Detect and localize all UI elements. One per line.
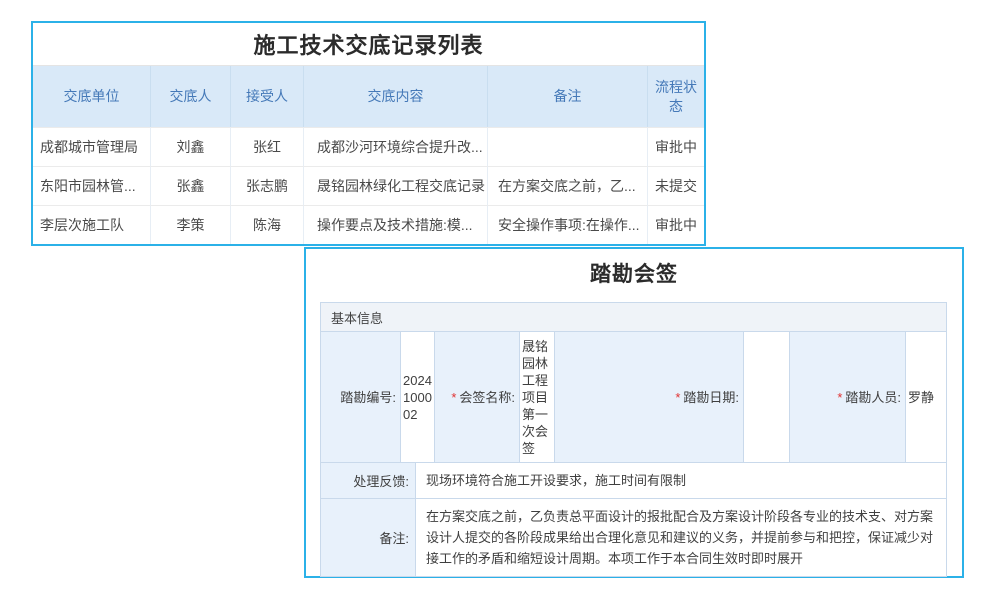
survey-no-label: 踏勘编号: — [321, 332, 401, 462]
feedback-label: 处理反馈: — [321, 463, 416, 498]
survey-date-label-text: 踏勘日期: — [683, 389, 739, 406]
remark-row: 备注: 在方案交底之前，乙负责总平面设计的报批配合及方案设计阶段各专业的技术支、… — [321, 499, 946, 576]
survey-countersign-panel: 踏勘会签 基本信息 踏勘编号: 2024100002 *会签名称: 晟铭园林工程… — [304, 247, 964, 578]
column-header-remark: 备注 — [488, 66, 648, 127]
table-row-1-content[interactable]: 成都沙河环境综合提升改... — [304, 127, 488, 166]
table-row-1-status-badge[interactable]: 审批中 — [648, 127, 704, 166]
survey-no-value: 2024100002 — [401, 332, 435, 462]
sign-name-label-text: 会签名称: — [459, 389, 515, 406]
remark-label: 备注: — [321, 499, 416, 576]
survey-date-value — [744, 332, 790, 462]
survey-form: 基本信息 踏勘编号: 2024100002 *会签名称: 晟铭园林工程项目第一次… — [320, 302, 947, 577]
table-row-1-receiver[interactable]: 张红 — [231, 127, 304, 166]
survey-person-value: 罗静 — [906, 332, 946, 462]
table-row-2-discloser[interactable]: 张鑫 — [151, 166, 231, 205]
disclosure-record-list-panel: 施工技术交底记录列表 交底单位 交底人 接受人 交底内容 备注 流程状态 成都城… — [31, 21, 706, 246]
feedback-row: 处理反馈: 现场环境符合施工开设要求，施工时间有限制 — [321, 463, 946, 499]
feedback-value: 现场环境符合施工开设要求，施工时间有限制 — [416, 463, 946, 498]
column-header-status: 流程状态 — [648, 66, 704, 127]
column-header-receiver: 接受人 — [231, 66, 304, 127]
table-row-3-unit[interactable]: 李层次施工队 — [33, 205, 151, 244]
survey-countersign-title: 踏勘会签 — [306, 249, 962, 291]
table-row-2-receiver[interactable]: 张志鹏 — [231, 166, 304, 205]
table-row-3-status-badge[interactable]: 审批中 — [648, 205, 704, 244]
disclosure-table-body: 成都城市管理局 刘鑫 张红 成都沙河环境综合提升改... 审批中 东阳市园林管.… — [33, 127, 704, 244]
disclosure-list-title: 施工技术交底记录列表 — [33, 23, 704, 66]
sign-name-value: 晟铭园林工程项目第一次会签 — [520, 332, 555, 462]
table-row-2-status-badge[interactable]: 未提交 — [648, 166, 704, 205]
survey-date-label: *踏勘日期: — [555, 332, 744, 462]
table-row-2-unit[interactable]: 东阳市园林管... — [33, 166, 151, 205]
required-asterisk: * — [675, 389, 680, 406]
table-row-3-remark[interactable]: 安全操作事项:在操作... — [488, 205, 648, 244]
table-row-3-discloser[interactable]: 李策 — [151, 205, 231, 244]
basic-info-fields-row: 踏勘编号: 2024100002 *会签名称: 晟铭园林工程项目第一次会签 *踏… — [321, 332, 946, 463]
remark-value: 在方案交底之前，乙负责总平面设计的报批配合及方案设计阶段各专业的技术支、对方案设… — [416, 499, 946, 576]
table-row-1-unit[interactable]: 成都城市管理局 — [33, 127, 151, 166]
table-row-2-content[interactable]: 晟铭园林绿化工程交底记录 — [304, 166, 488, 205]
required-asterisk: * — [837, 389, 842, 406]
table-row-2-remark[interactable]: 在方案交底之前，乙... — [488, 166, 648, 205]
page: 施工技术交底记录列表 交底单位 交底人 接受人 交底内容 备注 流程状态 成都城… — [0, 0, 1000, 600]
table-row-1-discloser[interactable]: 刘鑫 — [151, 127, 231, 166]
required-asterisk: * — [451, 389, 456, 406]
column-header-unit: 交底单位 — [33, 66, 151, 127]
sign-name-label: *会签名称: — [435, 332, 520, 462]
table-row-3-content[interactable]: 操作要点及技术措施:模... — [304, 205, 488, 244]
table-row-3-receiver[interactable]: 陈海 — [231, 205, 304, 244]
disclosure-table-header: 交底单位 交底人 接受人 交底内容 备注 流程状态 — [33, 66, 704, 127]
survey-person-label: *踏勘人员: — [790, 332, 906, 462]
survey-no-label-text: 踏勘编号: — [340, 389, 396, 406]
survey-person-label-text: 踏勘人员: — [845, 389, 901, 406]
column-header-discloser: 交底人 — [151, 66, 231, 127]
column-header-content: 交底内容 — [304, 66, 488, 127]
basic-info-section-header: 基本信息 — [321, 303, 946, 332]
table-row-1-remark[interactable] — [488, 127, 648, 166]
